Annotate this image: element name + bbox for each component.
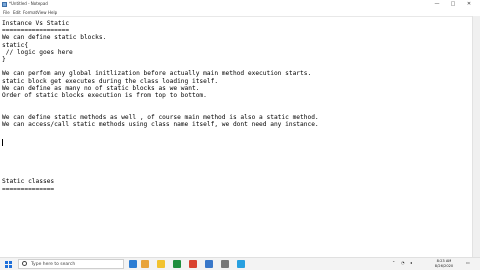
maximize-button[interactable]: □ — [446, 0, 460, 9]
network-icon[interactable]: ◔ — [401, 260, 405, 265]
office-icon[interactable] — [189, 260, 197, 268]
menu-help[interactable]: Help — [48, 9, 57, 16]
windows-start-icon[interactable] — [5, 261, 12, 268]
menu-format[interactable]: Format — [23, 9, 37, 16]
editor-line: static{ — [2, 41, 29, 49]
editor-line: } — [2, 56, 6, 64]
editor-line: Static classes — [2, 178, 55, 186]
notification-icon[interactable]: ▭ — [466, 260, 470, 265]
vertical-scrollbar[interactable] — [472, 16, 480, 257]
minimize-button[interactable]: — — [430, 0, 444, 9]
editor-line: Instance Vs Static — [2, 20, 70, 27]
search-icon — [22, 261, 27, 266]
menu-file[interactable]: File — [3, 9, 10, 16]
text-editor[interactable]: Instance Vs Static ================== We c… — [0, 16, 472, 258]
editor-line: We can define static methods as well , o… — [2, 113, 319, 121]
window-title: *Untitled - Notepad — [9, 1, 48, 6]
mail-icon[interactable] — [205, 260, 213, 268]
volume-icon[interactable]: ◂ — [410, 260, 412, 265]
editor-line: ============== — [2, 185, 55, 193]
menu-edit[interactable]: Edit — [13, 9, 21, 16]
editor-line: static block get executes during the cla… — [2, 77, 219, 85]
taskbar: Type here to search ⌃ ◔ ◂ 8:23 AM 8/26/2… — [0, 257, 480, 270]
text-caret — [2, 139, 3, 146]
menu-view[interactable]: View — [37, 9, 47, 16]
editor-line: Order of static blocks execution is from… — [2, 92, 207, 100]
editor-line: ================== — [2, 27, 70, 35]
editor-line: We can define as many no of static block… — [2, 84, 200, 92]
task-view-icon[interactable] — [141, 260, 149, 268]
search-placeholder: Type here to search — [31, 262, 76, 267]
editor-line: // logic goes here — [2, 48, 73, 56]
cortana-icon[interactable] — [129, 260, 137, 268]
notepad-icon — [2, 2, 7, 7]
editor-line: We can define static blocks. — [2, 34, 107, 42]
editor-content[interactable]: Instance Vs Static ================== We c… — [2, 20, 319, 193]
close-button[interactable]: ✕ — [462, 0, 476, 9]
chrome-icon[interactable] — [173, 260, 181, 268]
editor-line: We can access/call static methods using … — [2, 120, 319, 128]
menu-bar: File Edit Format View Help — [0, 9, 480, 16]
file-explorer-icon[interactable] — [157, 260, 165, 268]
search-box[interactable]: Type here to search — [18, 259, 124, 269]
title-bar: *Untitled - Notepad — □ ✕ — [0, 0, 480, 9]
system-clock[interactable]: 8:23 AM 8/26/2020 — [428, 259, 460, 269]
notepad-taskbar-icon[interactable] — [221, 260, 229, 268]
editor-line: We can perfom any global initlization be… — [2, 70, 312, 78]
clock-date: 8/26/2020 — [434, 264, 454, 268]
chevron-up-icon[interactable]: ⌃ — [392, 260, 395, 265]
edge-icon[interactable] — [237, 260, 245, 268]
